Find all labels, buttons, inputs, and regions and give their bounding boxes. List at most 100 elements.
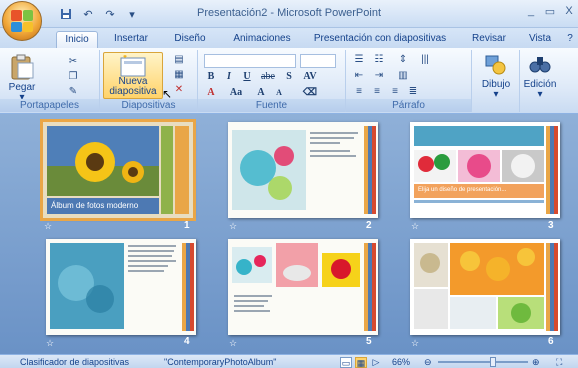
slide-thumbnail-5[interactable] <box>228 239 378 335</box>
blue-glass-photo <box>46 239 196 335</box>
text-line <box>310 132 358 134</box>
justify-icon[interactable]: ≣ <box>406 86 420 98</box>
transition-star-icon[interactable]: ☆ <box>229 338 237 349</box>
text-line <box>128 245 176 247</box>
slide-1-caption: Álbum de fotos moderno <box>51 201 139 210</box>
drawing-button[interactable]: Dibujo ▾ <box>476 54 516 102</box>
underline-button[interactable]: U <box>240 70 254 84</box>
slide-thumbnail-3[interactable]: Elija un diseño de presentación... <box>410 122 560 218</box>
slide-thumbnail-6[interactable] <box>410 239 560 335</box>
parrafo-label: Párrafo <box>346 99 471 112</box>
text-line <box>128 265 168 267</box>
ribbon-tabs: Inicio Insertar Diseño Animaciones Prese… <box>0 28 578 48</box>
tab-insertar[interactable]: Insertar <box>106 31 156 48</box>
minimize-button[interactable]: _ <box>522 5 540 21</box>
text-line <box>234 295 272 297</box>
line-spacing-icon[interactable]: ⇕ <box>396 54 410 66</box>
slide-3-caption: Elija un diseño de presentación... <box>418 187 507 193</box>
numbering-icon[interactable]: ☷ <box>372 54 386 66</box>
zoom-in-icon[interactable]: ⊕ <box>532 357 540 368</box>
font-color-button[interactable]: A <box>204 86 218 100</box>
help-icon[interactable]: ? <box>564 31 576 48</box>
italic-button[interactable]: I <box>222 70 236 84</box>
slide-sorter-area: Álbum de fotos moderno ☆ 1 ☆ 2 Elija un … <box>0 114 578 354</box>
zoom-out-icon[interactable]: ⊖ <box>424 357 432 368</box>
tab-presentacion[interactable]: Presentación con diapositivas <box>306 31 454 48</box>
align-center-icon[interactable]: ≡ <box>370 86 384 98</box>
new-slide-button[interactable]: Nueva diapositiva <box>103 52 163 99</box>
mortar-collage <box>228 239 378 335</box>
transition-star-icon[interactable]: ☆ <box>411 221 419 232</box>
reset-icon[interactable]: ▦ <box>172 69 186 81</box>
slide-number-5: 5 <box>366 336 372 347</box>
zoom-level[interactable]: 66% <box>392 357 410 368</box>
layout-icon[interactable]: ▤ <box>172 54 186 66</box>
align-left-icon[interactable]: ≡ <box>352 86 366 98</box>
increase-indent-icon[interactable]: ⇥ <box>372 70 386 82</box>
text-line <box>234 310 270 312</box>
bullets-icon[interactable]: ☰ <box>352 54 366 66</box>
format-painter-icon[interactable]: ✎ <box>66 86 80 98</box>
group-fuente: B I U abe S AV A Aa A A ⌫ Fuente <box>198 50 346 112</box>
diapositivas-label: Diapositivas <box>100 99 197 112</box>
sorter-view-icon[interactable]: ▦ <box>355 357 367 368</box>
normal-view-icon[interactable]: ▭ <box>340 357 352 368</box>
transition-star-icon[interactable]: ☆ <box>46 338 54 349</box>
group-parrafo: ☰ ☷ ⇕ ||| ⇤ ⇥ ▥ ≡ ≡ ≡ ≣ Párrafo <box>346 50 472 112</box>
clear-format-icon[interactable]: ⌫ <box>300 86 320 100</box>
strikethrough-button[interactable]: abe <box>258 70 278 84</box>
align-right-icon[interactable]: ≡ <box>388 86 402 98</box>
font-name-combo[interactable] <box>204 54 296 68</box>
editing-button[interactable]: Edición ▾ <box>520 54 560 102</box>
group-portapapeles: Pegar ▾ ✂ ❐ ✎ Portapapeles <box>0 50 100 112</box>
bold-button[interactable]: B <box>204 70 218 84</box>
text-direction-icon[interactable]: ||| <box>418 54 432 66</box>
transition-star-icon[interactable]: ☆ <box>44 221 52 232</box>
tab-diseno[interactable]: Diseño <box>166 31 214 48</box>
decrease-indent-icon[interactable]: ⇤ <box>352 70 366 82</box>
slide-thumbnail-4[interactable] <box>46 239 196 335</box>
close-button[interactable]: X <box>560 5 578 21</box>
tab-revisar[interactable]: Revisar <box>466 31 512 48</box>
text-line <box>128 270 164 272</box>
transition-star-icon[interactable]: ☆ <box>411 338 419 349</box>
flowers-collage <box>410 122 560 218</box>
slide-thumbnail-2[interactable] <box>228 122 378 218</box>
paste-button[interactable]: Pegar ▾ <box>4 54 40 103</box>
slide-number-6: 6 <box>548 336 554 347</box>
theme-name-text: "ContemporaryPhotoAlbum" <box>164 357 277 367</box>
maximize-button[interactable]: ▭ <box>541 5 559 21</box>
office-logo-icon <box>11 10 33 32</box>
group-edicion: Edición ▾ <box>520 50 560 112</box>
fit-window-icon[interactable]: ⛶ <box>556 357 562 368</box>
char-spacing-button[interactable]: AV <box>300 70 320 84</box>
office-button[interactable] <box>2 1 42 41</box>
copy-icon[interactable]: ❐ <box>66 71 80 83</box>
shadow-button[interactable]: S <box>282 70 296 84</box>
tab-vista[interactable]: Vista <box>520 31 560 48</box>
change-case-button[interactable]: Aa <box>226 86 246 100</box>
delete-slide-icon[interactable]: ✕ <box>172 84 186 96</box>
font-size-combo[interactable] <box>300 54 336 68</box>
transition-star-icon[interactable]: ☆ <box>229 221 237 232</box>
orange-flowers-collage <box>410 239 560 335</box>
cut-icon[interactable]: ✂ <box>66 56 80 68</box>
grow-font-button[interactable]: A <box>254 86 268 100</box>
slide-number-1: 1 <box>184 220 190 231</box>
text-line <box>128 260 176 262</box>
shrink-font-button[interactable]: A <box>272 86 286 100</box>
shapes-icon <box>485 55 506 75</box>
group-dibujo: Dibujo ▾ <box>472 50 520 112</box>
slideshow-view-icon[interactable]: ▷ <box>370 357 382 368</box>
text-line <box>234 305 264 307</box>
zoom-slider[interactable] <box>438 361 528 363</box>
tab-animaciones[interactable]: Animaciones <box>222 31 302 48</box>
ribbon: Pegar ▾ ✂ ❐ ✎ Portapapeles Nueva diaposi… <box>0 48 578 114</box>
slide-number-4: 4 <box>184 336 190 347</box>
editing-dropdown-icon: ▾ <box>537 89 543 100</box>
tab-inicio[interactable]: Inicio <box>56 31 98 48</box>
new-slide-icon <box>120 55 146 77</box>
slide-thumbnail-1[interactable]: Álbum de fotos moderno <box>40 119 196 221</box>
zoom-slider-thumb[interactable] <box>490 357 496 367</box>
columns-icon[interactable]: ▥ <box>396 70 410 82</box>
